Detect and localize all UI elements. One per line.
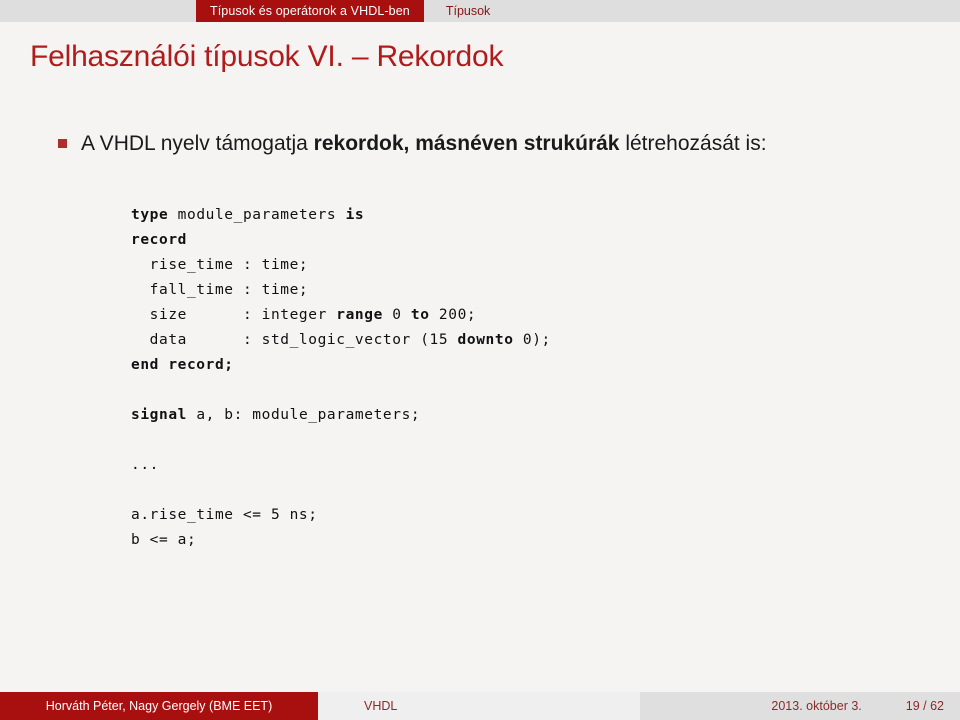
code-line: data : std_logic_vector (15 downto 0); bbox=[131, 328, 960, 353]
code-text: size : integer bbox=[131, 307, 337, 323]
code-keyword: record bbox=[131, 232, 187, 248]
code-text: 0 bbox=[382, 307, 411, 323]
code-line: rise_time : time; bbox=[131, 253, 960, 278]
navigation-left-spacer bbox=[0, 0, 196, 22]
code-text: ... bbox=[131, 457, 159, 473]
code-keyword: type bbox=[131, 207, 169, 223]
code-keyword: end record; bbox=[131, 357, 234, 373]
code-line: end record; bbox=[131, 353, 960, 378]
code-text: b <= a; bbox=[131, 532, 197, 548]
page-title: Felhasználói típusok VI. – Rekordok bbox=[30, 40, 504, 73]
list-item: A VHDL nyelv támogatja rekordok, másnéve… bbox=[0, 128, 960, 159]
code-keyword: range bbox=[336, 307, 383, 323]
code-text: a, b: module_parameters; bbox=[186, 407, 421, 423]
footer-authors: Horváth Péter, Nagy Gergely (BME EET) bbox=[0, 692, 318, 720]
code-keyword: is bbox=[345, 207, 365, 223]
footer-page-number: 19 / 62 bbox=[905, 699, 944, 713]
footer-meta: 2013. október 3. 19 / 62 bbox=[640, 692, 960, 720]
bullet-text-before: A VHDL nyelv támogatja bbox=[81, 132, 314, 155]
nav-section-active[interactable]: Típusok és operátorok a VHDL-ben bbox=[196, 0, 424, 22]
code-text: fall_time : time; bbox=[131, 282, 309, 298]
code-line: type module_parameters is bbox=[131, 203, 960, 228]
code-listing: type module_parameters is record rise_tim… bbox=[0, 203, 960, 553]
bullet-text-after: létrehozását is: bbox=[619, 132, 767, 155]
navigation-bar: Típusok és operátorok a VHDL-ben Típusok bbox=[0, 0, 960, 22]
code-line: ... bbox=[131, 453, 960, 478]
code-text: module_parameters bbox=[168, 207, 346, 223]
code-keyword: signal bbox=[131, 407, 187, 423]
nav-subsection-tipusok[interactable]: Típusok bbox=[423, 0, 513, 22]
code-line: a.rise_time <= 5 ns; bbox=[131, 503, 960, 528]
square-bullet-icon bbox=[58, 139, 67, 148]
code-line: fall_time : time; bbox=[131, 278, 960, 303]
navigation-right-spacer bbox=[512, 0, 960, 22]
footer-bar: Horváth Péter, Nagy Gergely (BME EET) VH… bbox=[0, 692, 960, 720]
bullet-item-label: A VHDL nyelv támogatja rekordok, másnéve… bbox=[81, 128, 767, 159]
code-line: signal a, b: module_parameters; bbox=[131, 403, 960, 428]
code-text: data : std_logic_vector (15 bbox=[131, 332, 458, 348]
code-text: rise_time : time; bbox=[131, 257, 309, 273]
code-text: 200; bbox=[429, 307, 477, 323]
code-text: 0); bbox=[513, 332, 551, 348]
code-text: a.rise_time <= 5 ns; bbox=[131, 507, 318, 523]
code-line: size : integer range 0 to 200; bbox=[131, 303, 960, 328]
footer-course: VHDL bbox=[318, 692, 640, 720]
footer-date: 2013. október 3. bbox=[771, 699, 862, 713]
code-line: b <= a; bbox=[131, 528, 960, 553]
code-keyword: to bbox=[410, 307, 430, 323]
code-keyword: downto bbox=[457, 332, 514, 348]
bullet-text-emphasis: rekordok, másnéven strukúrák bbox=[313, 132, 620, 155]
slide-content: A VHDL nyelv támogatja rekordok, másnéve… bbox=[0, 128, 960, 553]
code-line: record bbox=[131, 228, 960, 253]
